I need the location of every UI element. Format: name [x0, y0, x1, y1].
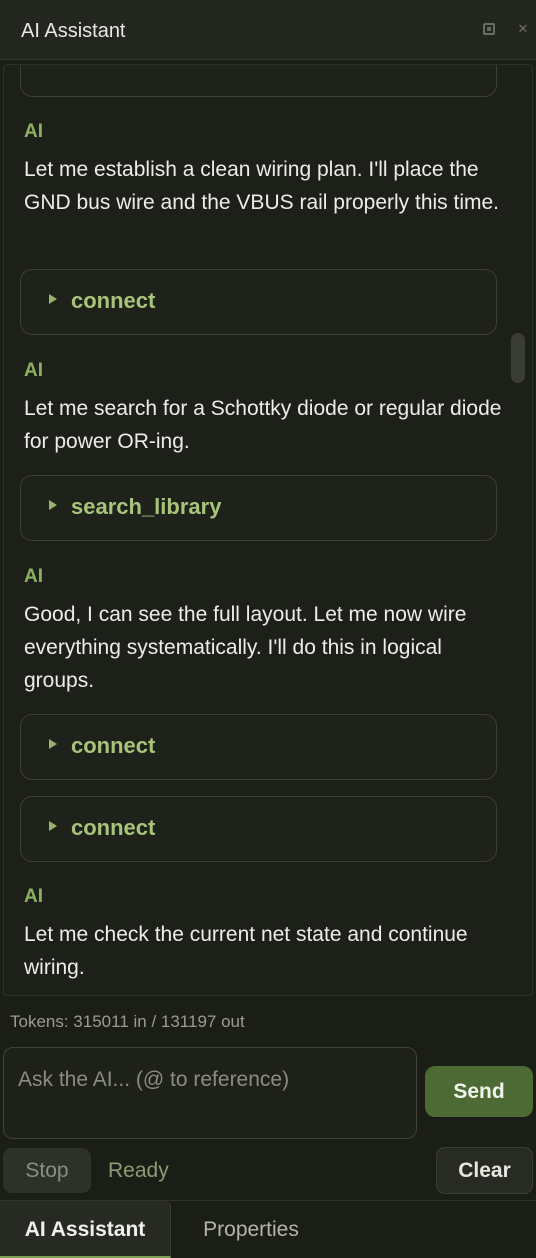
message-role-label: AI [24, 886, 43, 907]
tool-call-card[interactable]: connect [20, 714, 497, 780]
chat-scrollbar[interactable] [511, 333, 525, 383]
tool-call-card[interactable]: search_library [20, 475, 497, 541]
panel-title: AI Assistant [21, 20, 126, 42]
float-window-icon[interactable] [480, 20, 498, 38]
clear-button[interactable]: Clear [436, 1147, 533, 1194]
message-text: Let me search for a Schottky diode or re… [24, 397, 502, 453]
token-counter: Tokens: 315011 in / 131197 out [10, 1012, 245, 1031]
message-text: Let me establish a clean wiring plan. I'… [24, 158, 500, 214]
send-button[interactable]: Send [425, 1066, 533, 1117]
tab-properties[interactable]: Properties [171, 1201, 331, 1258]
triangle-right-icon [49, 500, 57, 510]
tool-call-card[interactable]: connect [20, 796, 497, 862]
tool-call-name: connect [71, 288, 156, 313]
tool-call-name: search_library [71, 494, 222, 519]
prompt-input-box[interactable] [3, 1047, 417, 1139]
stop-button[interactable]: Stop [3, 1148, 91, 1193]
triangle-right-icon [49, 739, 57, 749]
tab-ai-assistant[interactable]: AI Assistant [0, 1201, 171, 1258]
status-text: Ready [108, 1159, 169, 1182]
message-role-label: AI [24, 566, 43, 587]
message-text: Let me check the current net state and c… [24, 923, 468, 979]
panel-tabbar: AI Assistant Properties [0, 1200, 536, 1258]
chat-content: delete AI Let me establish a clean wirin… [4, 65, 532, 995]
message-role-label: AI [24, 360, 43, 381]
message-text: Good, I can see the full layout. Let me … [24, 603, 467, 692]
prompt-input[interactable] [4, 1048, 416, 1138]
chat-history[interactable]: delete AI Let me establish a clean wirin… [3, 64, 533, 996]
triangle-right-icon [49, 294, 57, 304]
tool-call-card[interactable]: delete [20, 65, 497, 97]
triangle-right-icon [49, 821, 57, 831]
message-role-label: AI [24, 121, 43, 142]
close-icon[interactable]: ✕ [514, 20, 532, 38]
tool-call-name: connect [71, 733, 156, 758]
tool-call-card[interactable]: connect [20, 269, 497, 335]
panel-titlebar: AI Assistant ✕ [0, 0, 536, 60]
tool-call-name: connect [71, 815, 156, 840]
